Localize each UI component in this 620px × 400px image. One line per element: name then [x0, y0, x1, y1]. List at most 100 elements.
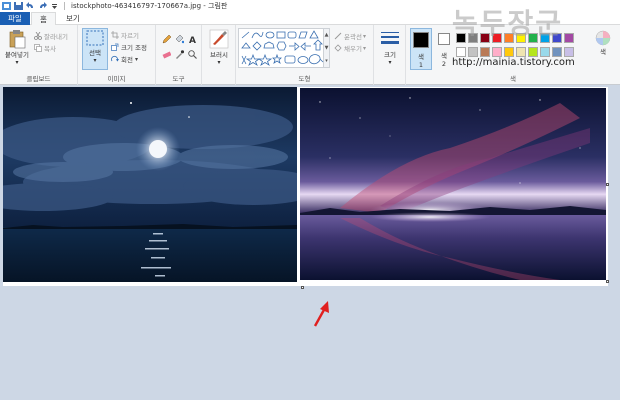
- color1-button[interactable]: 색 1: [410, 28, 432, 70]
- copy-icon: [34, 44, 42, 52]
- shapes-scroll[interactable]: ▲ ▼ ▾: [324, 28, 330, 68]
- brushes-dropdown-icon[interactable]: ▾: [217, 59, 220, 66]
- shapes-gallery-icons: [241, 30, 324, 67]
- brush-icon: [209, 29, 229, 49]
- right-triangle-shape-icon: [241, 42, 251, 49]
- text-tool-icon[interactable]: A: [188, 35, 197, 46]
- palette-swatch-lightturquoise[interactable]: [540, 47, 550, 57]
- clipboard-group-label: 클립보드: [26, 75, 51, 83]
- save-icon[interactable]: [14, 1, 23, 10]
- select-dropdown-icon[interactable]: ▾: [93, 57, 96, 64]
- crop-icon: [111, 31, 119, 39]
- up-arrow-shape-icon: [313, 39, 323, 51]
- fill-label: 채우기: [344, 45, 362, 53]
- paste-dropdown-icon[interactable]: ▾: [15, 59, 18, 66]
- brushes-label: 브러시: [210, 51, 228, 59]
- resize-handle-right[interactable]: [606, 183, 609, 186]
- fill-icon: [334, 44, 342, 52]
- color2-swatch: [438, 33, 450, 45]
- magnifier-icon[interactable]: [188, 50, 197, 59]
- clipboard-group: 붙여넣기 ▾ 잘라내기 복사 클립보드: [0, 25, 78, 85]
- resize-handle-bottom-right[interactable]: [606, 280, 609, 283]
- customize-quick-access-icon[interactable]: [50, 2, 59, 10]
- tab-file[interactable]: 파일: [0, 12, 30, 25]
- line-shape-icon: [241, 31, 250, 39]
- shapes-group: ▲ ▼ ▾ 윤곽선 ▾ 채우기 ▾ 도형: [236, 25, 374, 85]
- down-arrow-shape-icon: [241, 55, 247, 65]
- palette-swatch-purple[interactable]: [564, 33, 574, 43]
- image-group: 선택 ▾ 자르기 크기 조정 회전 ▾ 이미지: [78, 25, 156, 85]
- palette-swatch-lavender[interactable]: [564, 47, 574, 57]
- resize-handle-bottom[interactable]: [301, 286, 304, 289]
- rotate-button[interactable]: 회전 ▾: [111, 54, 138, 64]
- fill-bucket-icon[interactable]: [175, 34, 185, 44]
- five-point-star-shape-icon: [257, 53, 273, 67]
- blog-watermark-url: http://mainia.tistory.com: [452, 57, 575, 68]
- palette-swatch-lightgray[interactable]: [468, 47, 478, 57]
- palette-swatch-brown[interactable]: [480, 47, 490, 57]
- cut-button[interactable]: 잘라내기: [34, 31, 68, 41]
- rotate-label: 회전: [121, 56, 133, 64]
- edit-colors-label: 색: [600, 48, 606, 56]
- pentagon-shape-icon: [263, 41, 275, 49]
- resize-label: 크기 조정: [121, 44, 147, 52]
- brushes-button[interactable]: 브러시 ▾: [205, 29, 233, 66]
- paste-button[interactable]: 붙여넣기 ▾: [3, 29, 31, 66]
- triangle-shape-icon: [309, 30, 319, 39]
- copy-button[interactable]: 복사: [34, 43, 56, 53]
- crop-button[interactable]: 자르기: [111, 30, 139, 40]
- tools-group-label: 도구: [172, 75, 185, 83]
- pencil-icon[interactable]: [162, 34, 172, 44]
- rotate-dropdown-icon[interactable]: ▾: [135, 56, 138, 63]
- copy-label: 복사: [44, 45, 56, 53]
- oval-callout-shape-icon: [297, 56, 309, 64]
- redo-icon[interactable]: [38, 1, 47, 10]
- heart-shape-icon: [319, 58, 324, 63]
- undo-icon[interactable]: [26, 1, 35, 10]
- color1-label: 색: [418, 53, 424, 61]
- palette-swatch-white[interactable]: [456, 47, 466, 57]
- outline-button[interactable]: 윤곽선 ▾: [334, 31, 366, 41]
- palette-swatch-bluegray[interactable]: [552, 47, 562, 57]
- fill-button[interactable]: 채우기 ▾: [334, 43, 366, 53]
- galaxy-lake-image: [300, 88, 606, 280]
- polygon-shape-icon: [298, 31, 308, 39]
- select-button[interactable]: 선택 ▾: [82, 28, 108, 70]
- color-wheel-icon: [595, 30, 611, 46]
- paste-label: 붙여넣기: [5, 51, 29, 59]
- brushes-group: 브러시 ▾: [202, 25, 236, 85]
- fill-dropdown-icon[interactable]: ▾: [363, 45, 366, 52]
- palette-swatch-lime[interactable]: [528, 47, 538, 57]
- shapes-gallery[interactable]: [238, 28, 324, 68]
- size-button[interactable]: 크기 ▾: [378, 29, 402, 66]
- window-title: istockphoto-463416797-170667a.jpg - 그림판: [71, 1, 228, 10]
- oval-shape-icon: [265, 31, 275, 39]
- color1-number: 1: [418, 61, 424, 69]
- resize-button[interactable]: 크기 조정: [111, 42, 147, 52]
- color1-swatch: [413, 32, 429, 48]
- paste-icon: [9, 30, 26, 49]
- size-group: 크기 ▾: [374, 25, 406, 85]
- size-dropdown-icon[interactable]: ▾: [388, 59, 391, 66]
- tab-view[interactable]: 보기: [58, 12, 88, 25]
- moonlit-sea-image: [3, 87, 297, 282]
- canvas[interactable]: [3, 87, 609, 289]
- palette-swatch-gold[interactable]: [504, 47, 514, 57]
- color2-button[interactable]: 색 2: [436, 28, 452, 70]
- color-picker-icon[interactable]: [175, 50, 185, 59]
- rounded-rectangle-shape-icon: [287, 31, 297, 39]
- palette-swatch-rose[interactable]: [492, 47, 502, 57]
- color2-number: 2: [441, 60, 447, 68]
- outline-dropdown-icon[interactable]: ▾: [363, 33, 366, 40]
- tab-home[interactable]: 홈: [31, 12, 56, 25]
- six-point-star-shape-icon: [272, 53, 282, 64]
- outline-icon: [334, 32, 342, 40]
- edit-colors-button[interactable]: 색: [592, 30, 614, 56]
- left-arrow-shape-icon: [300, 42, 311, 51]
- palette-swatch-lightyellow[interactable]: [516, 47, 526, 57]
- paint-app-icon: [2, 1, 11, 10]
- eraser-icon[interactable]: [162, 50, 172, 59]
- line-size-icon: [381, 32, 399, 44]
- image-group-label: 이미지: [107, 75, 126, 83]
- cut-label: 잘라내기: [44, 33, 68, 41]
